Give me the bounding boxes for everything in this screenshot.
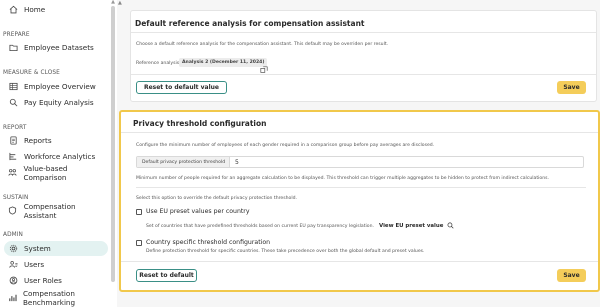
sidebar-item-compensation-benchmarking[interactable]: Compensation Benchmarking [4,288,108,307]
sidebar-item-label: System [24,244,51,253]
sidebar-item-label: Employee Datasets [24,43,94,52]
override-instruction: Select this option to override the defau… [136,196,298,201]
sidebar-item-label: Workforce Analytics [24,152,96,161]
sidebar-item-workforce-analytics[interactable]: Workforce Analytics [4,149,108,164]
country-specific-help: Define protection threshold for specific… [146,249,425,254]
section-label-admin: ADMIN [3,232,23,238]
search-icon [8,98,18,108]
bar-chart-icon [8,293,17,303]
country-specific-label[interactable]: Country specific threshold configuration [146,239,270,246]
sidebar-item-label: Employee Overview [24,82,96,91]
divider [121,132,598,133]
analytics-icon [8,152,18,162]
sidebar-item-users[interactable]: Users [4,257,108,272]
save-button[interactable]: Save [557,81,586,94]
sidebar-item-label: Pay Equity Analysis [24,98,94,107]
sidebar-item-label: User Roles [24,276,62,285]
field-help-text: Minimum number of people required for an… [136,176,550,181]
shield-icon [8,206,18,216]
sidebar-item-employee-datasets[interactable]: Employee Datasets [4,40,108,55]
sidebar: Home PREPARE Employee Datasets MEASURE &… [0,0,117,307]
home-icon [8,5,18,15]
divider [136,187,586,188]
sidebar-item-home[interactable]: Home [4,2,108,17]
sidebar-item-reports[interactable]: Reports [4,133,108,148]
eu-preset-label[interactable]: Use EU preset values per country [146,208,250,215]
section-label-measure: MEASURE & CLOSE [3,70,60,76]
privacy-threshold-card [119,110,600,292]
sidebar-item-label: Compensation Benchmarking [23,288,76,307]
sidebar-item-label: Reports [24,136,52,145]
sidebar-item-system[interactable]: System [4,241,108,256]
roles-icon [8,276,18,286]
sidebar-item-label: Users [24,260,45,269]
search-icon [447,222,454,229]
reset-to-default-value-button[interactable]: Reset to default value [136,81,227,94]
reset-to-default-button[interactable]: Reset to default [136,269,197,282]
view-eu-preset-label: View EU preset value [379,222,444,229]
privacy-threshold-field: Default privacy protection threshold [136,156,584,168]
divider [131,74,596,75]
table-icon [8,82,18,92]
save-button[interactable]: Save [557,269,586,282]
section-label-sustain: SUSTAIN [3,195,29,201]
reference-analysis-value[interactable]: Analysis 2 (December 11, 2024) [179,58,268,67]
reference-analysis-label: Reference analysis [136,61,180,66]
divider [131,32,596,33]
divider [121,261,598,262]
sidebar-item-pay-equity-analysis[interactable]: Pay Equity Analysis [4,95,108,110]
scroll-up-arrow-icon[interactable]: ▲ [111,0,115,5]
eu-preset-help: Set of countries that have predefined th… [146,224,374,229]
people-icon [8,168,17,178]
country-specific-checkbox[interactable] [136,240,142,246]
field-label: Default privacy protection threshold [137,157,230,167]
gear-icon [8,244,18,254]
section-label-report: REPORT [3,125,27,131]
card-description: Configure the minimum number of employee… [136,143,435,148]
sidebar-item-label: Compensation Assistant [23,201,76,220]
folder-icon [8,43,18,53]
view-eu-preset-link[interactable]: View EU preset value [379,222,454,229]
card-title: Default reference analysis for compensat… [135,19,365,28]
report-icon [8,136,18,146]
sidebar-item-value-based-comparison[interactable]: Value-based Comparison [4,163,108,182]
sidebar-item-employee-overview[interactable]: Employee Overview [4,79,108,94]
sidebar-scrollbar[interactable] [111,6,115,282]
eu-preset-checkbox[interactable] [136,209,142,215]
link-icon[interactable] [260,59,268,78]
users-icon [8,260,18,270]
card-title: Privacy threshold configuration [133,119,267,128]
sidebar-item-label: Home [24,5,46,14]
sidebar-item-user-roles[interactable]: User Roles [4,273,108,288]
privacy-threshold-input[interactable] [235,157,575,167]
section-label-prepare: PREPARE [3,32,30,38]
sidebar-item-compensation-assistant[interactable]: Compensation Assistant [4,201,108,220]
sidebar-item-label: Value-based Comparison [23,163,68,182]
main-scroll-up-icon[interactable]: ▲ [118,0,122,6]
card-description: Choose a default reference analysis for … [136,42,389,47]
